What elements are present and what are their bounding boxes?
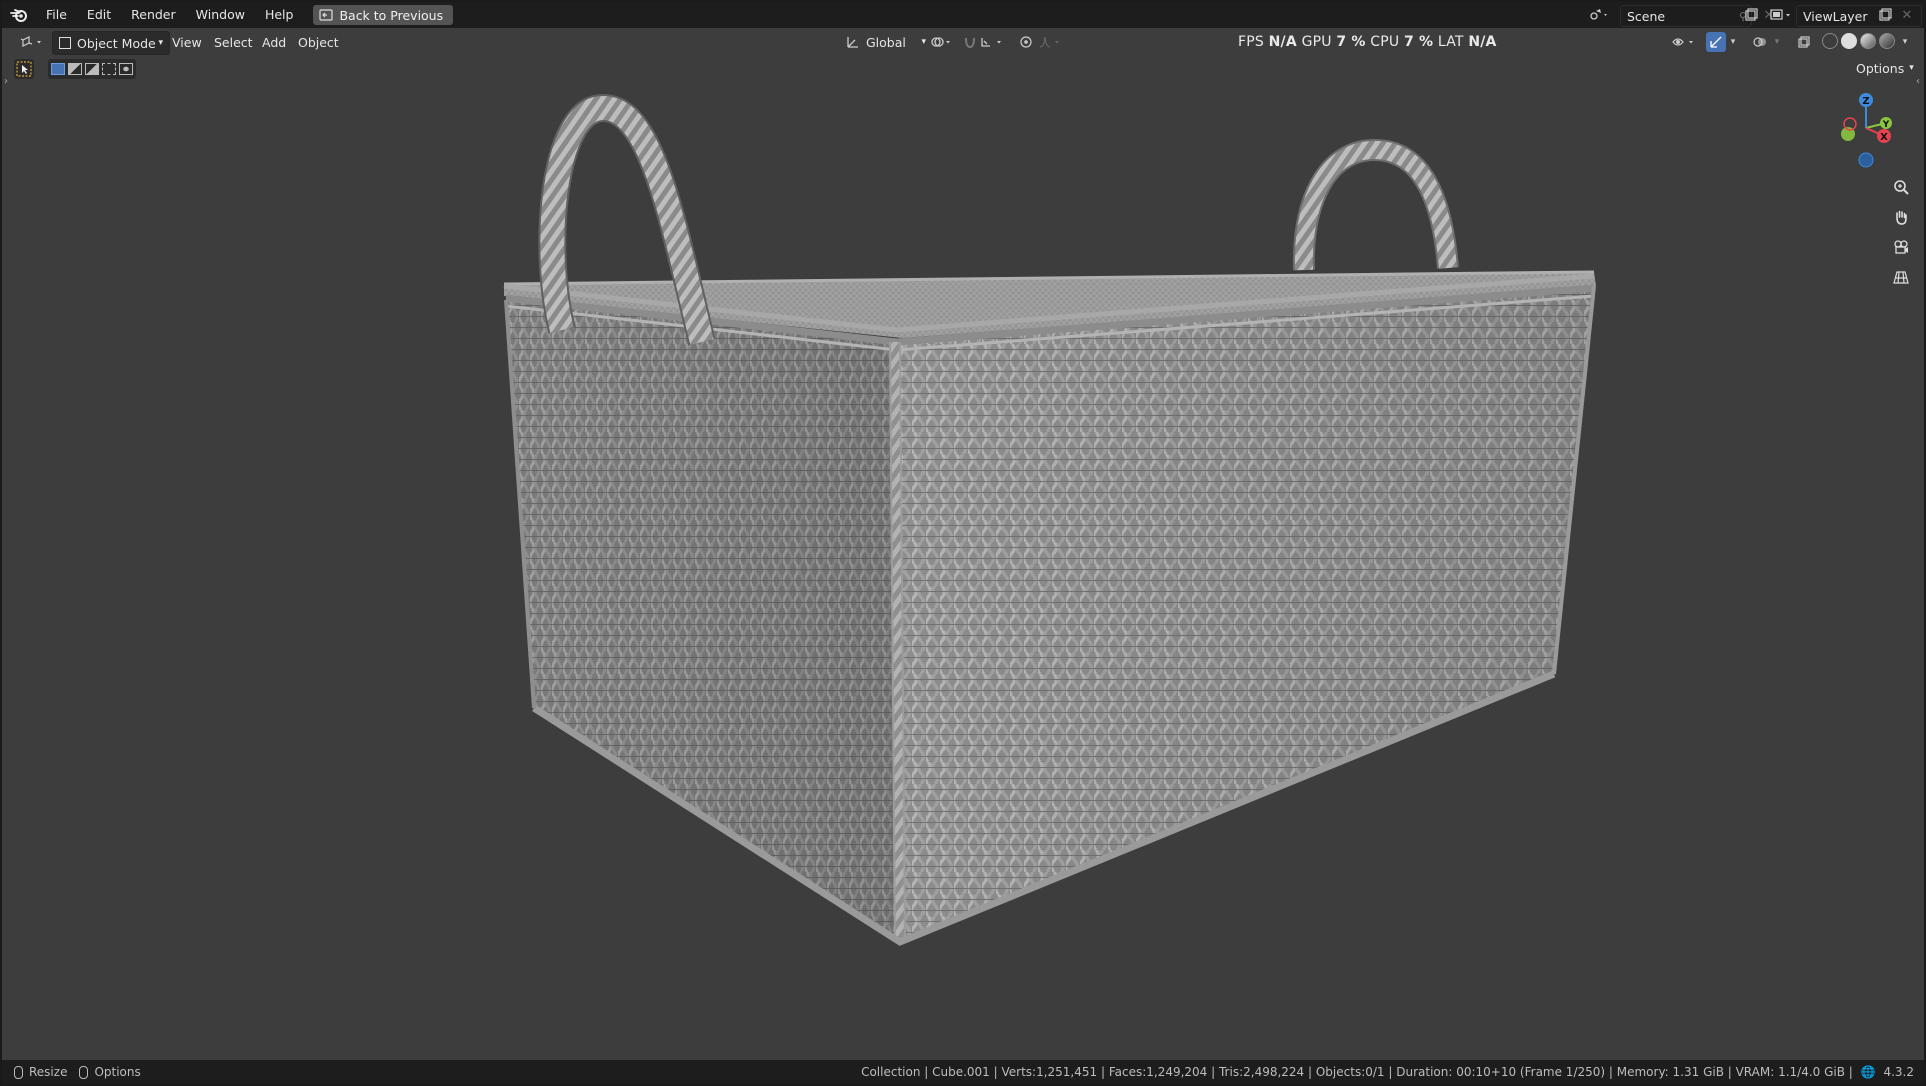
blender-version: 4.3.2 bbox=[1883, 1065, 1914, 1079]
mouse-left-icon bbox=[14, 1065, 23, 1079]
set-new-selection-icon[interactable] bbox=[51, 63, 65, 75]
camera-view-icon[interactable] bbox=[1888, 234, 1914, 260]
status-bar: Resize Options Collection | Cube.001 | V… bbox=[2, 1060, 1924, 1084]
network-globe-icon: 🌐 bbox=[1860, 1065, 1876, 1079]
add-menu[interactable]: Add bbox=[256, 31, 292, 53]
gpu-value: 7 % bbox=[1336, 34, 1366, 50]
invert-selection-icon[interactable] bbox=[102, 63, 116, 75]
snap-target-icon[interactable] bbox=[978, 32, 1008, 52]
lat-label: LAT bbox=[1437, 34, 1464, 50]
navigation-gizmo[interactable]: Z Y X bbox=[1836, 88, 1896, 168]
object-mode-dropdown[interactable]: Object Mode ▾ bbox=[52, 31, 170, 55]
viewport-editor-icon bbox=[20, 36, 41, 47]
view-layer-browse-icon[interactable] bbox=[1766, 5, 1796, 25]
fps-value: N/A bbox=[1268, 34, 1297, 50]
perspective-grid-icon[interactable] bbox=[1888, 264, 1914, 290]
zoom-icon[interactable] bbox=[1888, 174, 1914, 200]
proportional-editing-icon[interactable] bbox=[1016, 32, 1036, 52]
selection-mode-group bbox=[48, 59, 136, 79]
scene-name-field[interactable]: Scene ⚲ bbox=[1620, 5, 1752, 27]
menu-window[interactable]: Window bbox=[186, 2, 255, 28]
x-axis-label: X bbox=[1880, 132, 1888, 143]
rendered-shading-icon[interactable] bbox=[1879, 33, 1895, 49]
mouse-right-icon bbox=[79, 1065, 89, 1079]
neg-z-axis-icon[interactable] bbox=[1858, 152, 1874, 168]
viewport-header: Object Mode ▾ View Select Add Object Glo… bbox=[2, 29, 1924, 55]
scene-statistics-text: Collection | Cube.001 | Verts:1,251,451 … bbox=[861, 1065, 1853, 1079]
scene-statistics: Collection | Cube.001 | Verts:1,251,451 … bbox=[861, 1060, 1914, 1084]
menu-help[interactable]: Help bbox=[255, 2, 304, 28]
view-menu[interactable]: View bbox=[166, 31, 208, 53]
extend-selection-icon[interactable] bbox=[68, 63, 82, 75]
shading-dropdown-chevron-icon[interactable]: ▾ bbox=[1898, 32, 1912, 52]
view-layer-name: ViewLayer bbox=[1803, 8, 1868, 24]
chevron-down-icon: ▾ bbox=[158, 38, 163, 48]
cpu-value: 7 % bbox=[1404, 34, 1434, 50]
sidebar-expand-icon[interactable]: ‹ bbox=[1916, 76, 1920, 87]
menu-edit[interactable]: Edit bbox=[77, 2, 121, 28]
z-axis-label: Z bbox=[1862, 96, 1869, 107]
chevron-down-icon: ▾ bbox=[1909, 63, 1914, 73]
viewport-options-label: Options bbox=[1856, 60, 1905, 76]
select-tool-button[interactable] bbox=[14, 59, 34, 79]
scene-name: Scene bbox=[1627, 8, 1666, 24]
status-hint-options: Options bbox=[94, 1065, 141, 1079]
overlays-dropdown-chevron-icon[interactable]: ▾ bbox=[1770, 32, 1784, 52]
menu-file[interactable]: File bbox=[36, 2, 77, 28]
back-screen-icon bbox=[319, 9, 334, 21]
viewport-options-dropdown[interactable]: Options ▾ bbox=[1850, 57, 1920, 79]
wireframe-shading-icon[interactable] bbox=[1822, 33, 1838, 49]
gizmo-toggle-icon[interactable] bbox=[1706, 32, 1726, 52]
transform-orientation-label: Global bbox=[866, 34, 906, 50]
delete-view-layer-icon[interactable]: ✕ bbox=[1896, 5, 1918, 25]
falloff-icon[interactable] bbox=[1036, 32, 1066, 52]
fps-label: FPS bbox=[1238, 34, 1264, 50]
pan-hand-icon[interactable] bbox=[1888, 204, 1914, 230]
visibility-selectability-icon[interactable] bbox=[1670, 32, 1700, 52]
solid-shading-icon[interactable] bbox=[1841, 33, 1857, 49]
material-preview-icon[interactable] bbox=[1860, 33, 1876, 49]
scene-browse-icon[interactable] bbox=[1588, 5, 1610, 25]
gizmo-dropdown-chevron-icon[interactable]: ▾ bbox=[1726, 32, 1740, 52]
object-mode-icon bbox=[59, 37, 71, 49]
xray-toggle-icon[interactable] bbox=[1794, 32, 1814, 52]
object-mode-label: Object Mode bbox=[77, 35, 156, 51]
back-to-previous-button[interactable]: Back to Previous bbox=[313, 5, 454, 25]
3d-viewport[interactable]: › ‹ bbox=[2, 76, 1924, 1060]
new-view-layer-icon[interactable] bbox=[1874, 5, 1896, 25]
object-menu[interactable]: Object bbox=[292, 31, 345, 53]
overlays-toggle-icon[interactable] bbox=[1750, 32, 1770, 52]
transform-orientation-dropdown[interactable]: Global ▾ bbox=[840, 31, 932, 53]
orientation-axes-icon bbox=[847, 37, 858, 48]
performance-stats: FPS N/A GPU 7 % CPU 7 % LAT N/A bbox=[1238, 29, 1497, 55]
y-axis-label: Y bbox=[1882, 120, 1890, 130]
snap-toggle-icon[interactable] bbox=[960, 32, 980, 52]
pivot-point-icon[interactable] bbox=[928, 32, 956, 52]
select-menu[interactable]: Select bbox=[208, 31, 259, 53]
lat-value: N/A bbox=[1468, 34, 1497, 50]
blender-logo-icon[interactable] bbox=[2, 2, 36, 28]
wicker-basket-model bbox=[503, 94, 1596, 946]
subtract-selection-icon[interactable] bbox=[85, 63, 99, 75]
gpu-label: GPU bbox=[1301, 34, 1332, 50]
tool-settings-row bbox=[14, 58, 136, 80]
toolbar-expand-icon[interactable]: › bbox=[4, 76, 8, 87]
status-hint-resize: Resize bbox=[29, 1065, 68, 1079]
intersect-selection-icon[interactable] bbox=[119, 63, 133, 75]
menu-render[interactable]: Render bbox=[121, 2, 186, 28]
chevron-down-icon: ▾ bbox=[921, 37, 926, 47]
cpu-label: CPU bbox=[1370, 34, 1400, 50]
back-to-previous-label: Back to Previous bbox=[339, 7, 444, 23]
select-box-icon bbox=[16, 61, 32, 77]
